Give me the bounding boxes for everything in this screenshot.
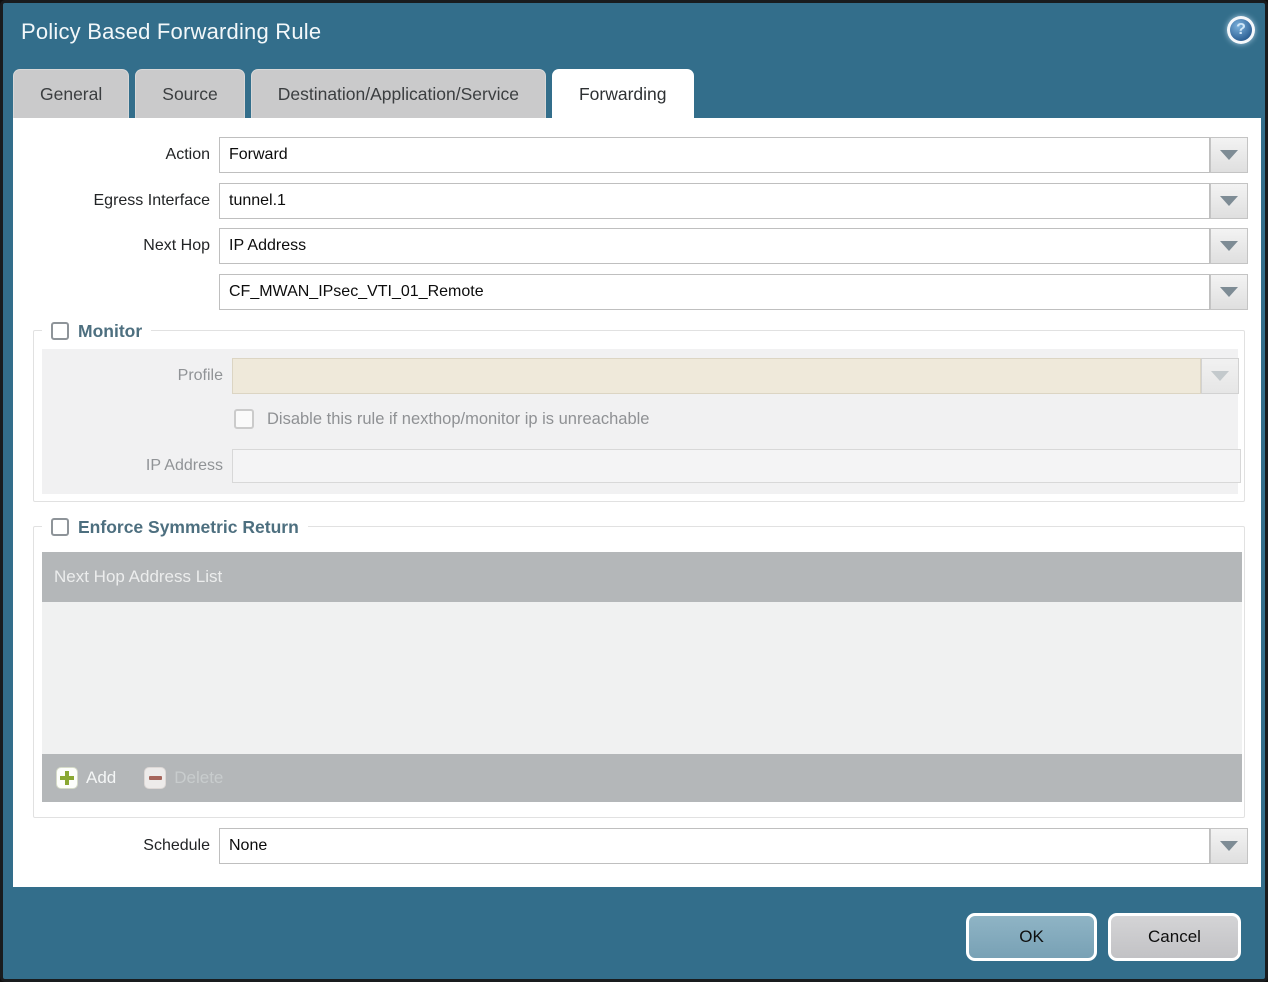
tab-forwarding[interactable]: Forwarding <box>551 69 694 118</box>
next-hop-address-select[interactable]: CF_MWAN_IPsec_VTI_01_Remote <box>219 274 1210 310</box>
monitor-section: Monitor Profile Disable this rule if nex… <box>33 318 1245 502</box>
help-icon[interactable]: ? <box>1227 16 1255 44</box>
tab-source[interactable]: Source <box>135 69 245 118</box>
chevron-down-icon <box>1220 287 1238 297</box>
monitor-ip-address-row: IP Address <box>42 449 1241 483</box>
monitor-checkbox[interactable] <box>51 322 69 340</box>
monitor-ip-address-input <box>232 449 1241 483</box>
next-hop-address-dropdown-button[interactable] <box>1210 274 1248 310</box>
chevron-down-icon <box>1211 371 1229 381</box>
monitor-ip-address-label: IP Address <box>145 457 223 474</box>
schedule-row: Schedule None <box>13 828 1261 864</box>
schedule-select[interactable]: None <box>219 828 1210 864</box>
plus-icon <box>56 767 78 789</box>
chevron-down-icon <box>1220 150 1238 160</box>
next-hop-type-dropdown-button[interactable] <box>1210 228 1248 264</box>
schedule-dropdown-button[interactable] <box>1210 828 1248 864</box>
profile-dropdown-button <box>1201 358 1239 394</box>
profile-row: Profile <box>42 358 1239 394</box>
next-hop-type-select[interactable]: IP Address <box>219 228 1210 264</box>
next-hop-address-row: CF_MWAN_IPsec_VTI_01_Remote <box>13 274 1261 310</box>
egress-interface-dropdown-button[interactable] <box>1210 183 1248 219</box>
schedule-label: Schedule <box>143 837 210 854</box>
next-hop-row: Next Hop IP Address <box>13 228 1261 264</box>
tab-bar: General Source Destination/Application/S… <box>13 69 694 118</box>
egress-interface-label: Egress Interface <box>93 192 211 209</box>
profile-select <box>232 358 1201 394</box>
forwarding-tab-panel: Action Forward Egress Interface tunnel.1… <box>13 118 1261 887</box>
egress-interface-select[interactable]: tunnel.1 <box>219 183 1210 219</box>
tab-general[interactable]: General <box>13 69 130 118</box>
delete-button: Delete <box>144 767 223 789</box>
chevron-down-icon <box>1220 241 1238 251</box>
cancel-button[interactable]: Cancel <box>1108 913 1241 961</box>
symmetric-return-legend-label: Enforce Symmetric Return <box>78 516 299 537</box>
monitor-legend: Monitor <box>42 318 152 344</box>
disable-rule-label: Disable this rule if nexthop/monitor ip … <box>267 410 650 428</box>
next-hop-address-list-table: Next Hop Address List Add Delete <box>42 552 1242 802</box>
chevron-down-icon <box>1220 196 1238 206</box>
symmetric-return-section: Enforce Symmetric Return Next Hop Addres… <box>33 514 1245 818</box>
disable-rule-checkbox <box>234 409 254 429</box>
disable-rule-row: Disable this rule if nexthop/monitor ip … <box>234 408 649 430</box>
next-hop-address-list-toolbar: Add Delete <box>42 754 1242 802</box>
policy-based-forwarding-rule-dialog: Policy Based Forwarding Rule ? General S… <box>0 0 1268 982</box>
egress-interface-row: Egress Interface tunnel.1 <box>13 183 1261 219</box>
next-hop-address-list-header[interactable]: Next Hop Address List <box>42 552 1242 602</box>
minus-icon <box>144 767 167 789</box>
add-button-label: Add <box>86 768 117 787</box>
ok-button[interactable]: OK <box>966 913 1097 961</box>
delete-button-label: Delete <box>174 768 224 787</box>
chevron-down-icon <box>1220 841 1238 851</box>
dialog-title: Policy Based Forwarding Rule <box>21 19 322 44</box>
profile-label: Profile <box>177 367 223 384</box>
next-hop-label: Next Hop <box>143 237 210 254</box>
action-select[interactable]: Forward <box>219 137 1210 173</box>
monitor-panel: Profile Disable this rule if nexthop/mon… <box>42 349 1241 494</box>
symmetric-return-checkbox[interactable] <box>51 518 69 536</box>
dialog-titlebar: Policy Based Forwarding Rule ? <box>3 3 1265 67</box>
action-label: Action <box>165 146 210 163</box>
action-dropdown-button[interactable] <box>1210 137 1248 173</box>
tab-destination-application-service[interactable]: Destination/Application/Service <box>250 69 546 118</box>
symmetric-return-legend: Enforce Symmetric Return <box>42 514 308 540</box>
add-button[interactable]: Add <box>56 767 116 789</box>
monitor-legend-label: Monitor <box>78 320 143 341</box>
action-row: Action Forward <box>13 137 1261 173</box>
next-hop-address-list-body[interactable] <box>42 602 1242 754</box>
